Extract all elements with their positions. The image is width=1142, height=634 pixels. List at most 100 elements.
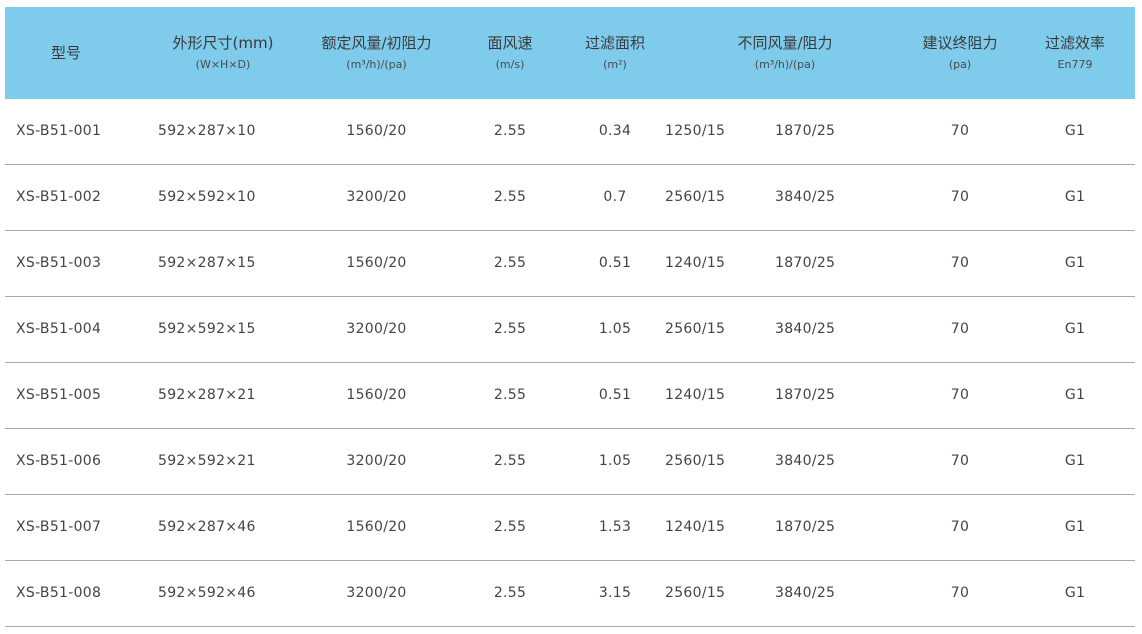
cell-size: 592×287×10	[158, 123, 256, 140]
cell-size: 592×287×46	[158, 519, 256, 535]
cell-efficiency: G1	[1064, 255, 1086, 271]
cell-velocity: 2.55	[493, 321, 527, 337]
cell-airflow-high: 3840/25	[775, 585, 836, 601]
cell-efficiency: G1	[1064, 387, 1086, 403]
cell-airflow-high: 3840/25	[775, 321, 836, 337]
cell-area: 0.51	[598, 387, 632, 403]
cell-airflow-low: 2560/15	[665, 453, 726, 469]
cell-airflow-low: 2560/15	[665, 189, 726, 205]
table-row: XS-B51-001 592×287×10 1560/20 2.55 0.34 …	[5, 99, 1135, 164]
cell-airflow-low: 1240/15	[665, 255, 726, 271]
header-efficiency-standard: En779	[1057, 58, 1093, 71]
cell-final-resistance: 70	[950, 123, 970, 140]
header-airflow: 不同风量/阻力 (m³/h)/(pa)	[665, 7, 905, 99]
cell-area: 0.51	[598, 255, 632, 271]
table-header-row: 型号 外形尺寸(mm) (W×H×D) 额定风量/初阻力 (m³/h)/(pa)…	[5, 7, 1135, 99]
cell-airflow-low: 1240/15	[665, 519, 726, 535]
table-row: XS-B51-002 592×592×10 3200/20 2.55 0.7 2…	[5, 164, 1135, 230]
cell-model: XS-B51-003	[16, 255, 102, 271]
cell-velocity: 2.55	[493, 453, 527, 469]
header-final-resistance-unit: (pa)	[948, 58, 972, 71]
header-area: 过滤面积 (m²)	[565, 7, 665, 99]
cell-rated: 3200/20	[346, 585, 407, 601]
cell-airflow-low: 2560/15	[665, 585, 726, 601]
header-airflow-label: 不同风量/阻力	[737, 34, 833, 52]
header-efficiency: 过滤效率 En779	[1015, 7, 1135, 99]
header-area-unit: (m²)	[603, 58, 627, 71]
filter-spec-table: 型号 外形尺寸(mm) (W×H×D) 额定风量/初阻力 (m³/h)/(pa)…	[5, 7, 1135, 627]
cell-velocity: 2.55	[493, 387, 527, 403]
cell-rated: 3200/20	[346, 189, 407, 205]
cell-final-resistance: 70	[950, 585, 970, 601]
cell-velocity: 2.55	[493, 519, 527, 535]
cell-airflow-high: 3840/25	[775, 453, 836, 469]
cell-size: 592×287×15	[158, 255, 256, 271]
table-row: XS-B51-004 592×592×15 3200/20 2.55 1.05 …	[5, 296, 1135, 362]
header-rated: 额定风量/初阻力 (m³/h)/(pa)	[298, 7, 455, 99]
cell-model: XS-B51-007	[16, 519, 102, 535]
cell-area: 1.05	[598, 321, 632, 337]
cell-airflow-low: 1250/15	[665, 123, 726, 140]
cell-rated: 1560/20	[346, 519, 407, 535]
table-row: XS-B51-005 592×287×21 1560/20 2.55 0.51 …	[5, 362, 1135, 428]
header-velocity: 面风速 (m/s)	[455, 7, 565, 99]
header-velocity-unit: (m/s)	[495, 58, 525, 71]
cell-final-resistance: 70	[950, 321, 970, 337]
cell-airflow-high: 1870/25	[775, 255, 836, 271]
cell-size: 592×592×10	[158, 189, 256, 205]
table-row: XS-B51-006 592×592×21 3200/20 2.55 1.05 …	[5, 428, 1135, 494]
header-size: 外形尺寸(mm) (W×H×D)	[148, 7, 298, 99]
cell-final-resistance: 70	[950, 519, 970, 535]
cell-airflow-high: 1870/25	[775, 123, 836, 140]
header-size-label: 外形尺寸(mm)	[172, 34, 274, 52]
cell-model: XS-B51-001	[16, 123, 102, 140]
cell-final-resistance: 70	[950, 387, 970, 403]
table-row: XS-B51-008 592×592×46 3200/20 2.55 3.15 …	[5, 560, 1135, 626]
cell-rated: 1560/20	[346, 123, 407, 140]
cell-size: 592×592×46	[158, 585, 256, 601]
cell-rated: 1560/20	[346, 387, 407, 403]
cell-airflow-high: 3840/25	[775, 189, 836, 205]
cell-model: XS-B51-005	[16, 387, 102, 403]
table-row: XS-B51-003 592×287×15 1560/20 2.55 0.51 …	[5, 230, 1135, 296]
cell-area: 1.53	[598, 519, 632, 535]
cell-final-resistance: 70	[950, 255, 970, 271]
table-row: XS-B51-007 592×287×46 1560/20 2.55 1.53 …	[5, 494, 1135, 560]
cell-airflow-low: 1240/15	[665, 387, 726, 403]
cell-efficiency: G1	[1064, 453, 1086, 469]
cell-size: 592×592×15	[158, 321, 256, 337]
cell-airflow-high: 1870/25	[775, 519, 836, 535]
cell-rated: 3200/20	[346, 453, 407, 469]
cell-area: 0.7	[603, 189, 627, 205]
header-rated-label: 额定风量/初阻力	[321, 34, 432, 52]
header-model: 型号	[5, 7, 148, 99]
header-final-resistance: 建议终阻力 (pa)	[905, 7, 1015, 99]
cell-velocity: 2.55	[493, 189, 527, 205]
header-final-resistance-label: 建议终阻力	[922, 34, 998, 52]
header-model-label: 型号	[51, 44, 82, 62]
header-airflow-unit: (m³/h)/(pa)	[754, 58, 816, 71]
cell-final-resistance: 70	[950, 189, 970, 205]
cell-efficiency: G1	[1064, 585, 1086, 601]
cell-final-resistance: 70	[950, 453, 970, 469]
header-velocity-label: 面风速	[487, 34, 533, 52]
cell-size: 592×592×21	[158, 453, 256, 469]
cell-efficiency: G1	[1064, 321, 1086, 337]
cell-velocity: 2.55	[493, 585, 527, 601]
cell-model: XS-B51-002	[16, 189, 102, 205]
cell-area: 1.05	[598, 453, 632, 469]
cell-model: XS-B51-004	[16, 321, 102, 337]
cell-rated: 1560/20	[346, 255, 407, 271]
cell-rated: 3200/20	[346, 321, 407, 337]
cell-efficiency: G1	[1064, 123, 1086, 140]
cell-velocity: 2.55	[493, 255, 527, 271]
header-rated-unit: (m³/h)/(pa)	[346, 58, 407, 71]
cell-area: 3.15	[598, 585, 632, 601]
header-efficiency-label: 过滤效率	[1044, 34, 1105, 52]
cell-efficiency: G1	[1064, 519, 1086, 535]
cell-efficiency: G1	[1064, 189, 1086, 205]
header-size-unit: (W×H×D)	[195, 58, 251, 71]
cell-airflow-high: 1870/25	[775, 387, 836, 403]
cell-model: XS-B51-006	[16, 453, 102, 469]
cell-velocity: 2.55	[493, 123, 527, 140]
